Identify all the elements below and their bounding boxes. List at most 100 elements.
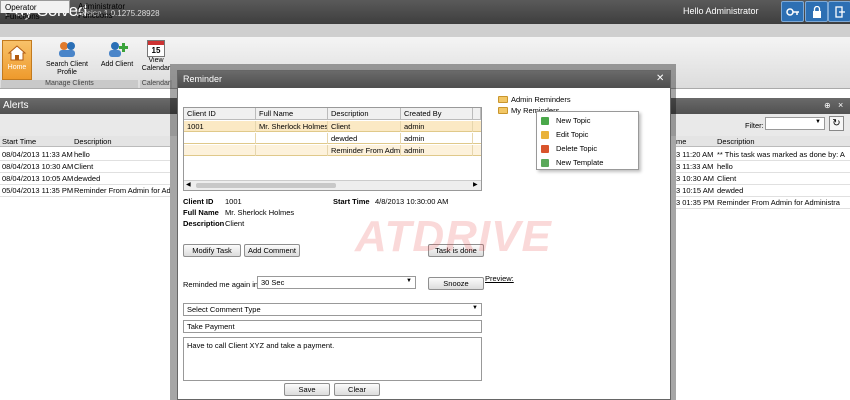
tab-operator-functions[interactable]: Operator Functions — [0, 0, 70, 21]
cell-client-id — [184, 133, 256, 144]
cell-time: 3 10:30 AM — [676, 174, 714, 183]
lock-icon — [812, 5, 821, 18]
save-button[interactable]: Save — [284, 383, 330, 396]
home-button[interactable]: Home — [2, 40, 32, 80]
view-calendar-button[interactable]: 15 View Calendar — [140, 40, 172, 73]
col-start-time[interactable]: Start Time — [2, 137, 36, 146]
cell-start-time: 08/04/2013 10:05 AM — [2, 174, 74, 183]
search-client-profile-label: Search Client Profile — [45, 61, 89, 76]
cell-description: ** This task was marked as done by: A — [717, 150, 845, 159]
new-template-icon — [541, 159, 549, 167]
tree-label: Admin Reminders — [511, 95, 571, 104]
col-full-name[interactable]: Full Name — [256, 108, 328, 120]
clear-button[interactable]: Clear — [334, 383, 380, 396]
exit-button[interactable] — [828, 1, 850, 22]
comment-body-field[interactable]: Have to call Client XYZ and take a payme… — [183, 337, 482, 381]
key-button[interactable] — [781, 1, 804, 22]
table-row[interactable]: 05/04/2013 11:35 PM Reminder From Admin … — [0, 184, 170, 197]
comment-title-field[interactable]: Take Payment — [183, 320, 482, 333]
tree-item-admin-reminders[interactable]: Admin Reminders — [498, 95, 571, 104]
cell-time: 3 11:33 AM — [676, 162, 714, 171]
description-label: Description — [183, 219, 225, 228]
menu-label: Delete Topic — [556, 144, 598, 153]
menu-item-new-topic[interactable]: New Topic — [537, 114, 638, 128]
group-manage-clients: Manage Clients — [1, 80, 138, 88]
add-client-label: Add Client — [100, 61, 134, 68]
col-description[interactable]: Description — [328, 108, 401, 120]
cell-description: hello — [717, 162, 733, 171]
users-icon — [59, 42, 75, 57]
cell-description: Client — [717, 174, 737, 183]
description-value: Client — [225, 219, 245, 228]
group-calendar: Calendar — [140, 80, 172, 88]
cell-description: Client — [74, 162, 94, 171]
cell-time: 3 10:15 AM — [676, 186, 714, 195]
context-menu: New Topic Edit Topic Delete Topic New Te… — [536, 111, 639, 170]
folder-icon — [498, 96, 508, 103]
table-row[interactable]: dewded admin — [184, 133, 481, 144]
reminder-grid: Client ID Full Name Description Created … — [183, 107, 482, 191]
remind-label: Reminded me again in — [183, 280, 259, 289]
pin-icon[interactable]: ⊕ — [824, 101, 831, 110]
panel-close-icon[interactable]: × — [838, 100, 843, 110]
close-icon[interactable]: ✕ — [656, 73, 664, 84]
menu-item-edit-topic[interactable]: Edit Topic — [537, 128, 638, 142]
col-description[interactable]: Description — [74, 137, 112, 146]
snooze-button[interactable]: Snooze — [428, 277, 484, 290]
cell-description: Client — [328, 121, 401, 132]
menu-item-delete-topic[interactable]: Delete Topic — [537, 142, 638, 156]
exit-icon — [834, 5, 845, 18]
cell-full-name: Mr. Sherlock Holmes — [256, 121, 328, 132]
cell-full-name — [256, 145, 328, 156]
key-icon — [785, 7, 799, 16]
col-client-id[interactable]: Client ID — [184, 108, 256, 120]
lock-button[interactable] — [805, 1, 828, 22]
remind-interval-dropdown[interactable]: 30 Sec ▼ — [257, 276, 416, 289]
comment-type-placeholder: Select Comment Type — [187, 305, 261, 314]
refresh-icon[interactable]: ↻ — [829, 116, 844, 131]
tab-administrator-functions[interactable]: Administrator Functions — [74, 0, 164, 20]
horizontal-scrollbar[interactable]: ◀ ▶ — [184, 180, 481, 190]
menu-label: Edit Topic — [556, 130, 589, 139]
cell-description: dewded — [717, 186, 744, 195]
alerts-grid-header-right: me Description — [676, 136, 850, 147]
scroll-right-icon[interactable]: ▶ — [473, 181, 478, 188]
cell-created-by: admin — [401, 145, 473, 156]
menu-item-new-template[interactable]: New Template — [537, 156, 638, 170]
menu-label: New Template — [556, 158, 604, 167]
delete-topic-icon — [541, 145, 549, 153]
comment-type-dropdown[interactable]: Select Comment Type ▼ — [183, 303, 482, 316]
cell-start-time: 05/04/2013 11:35 PM — [2, 186, 74, 195]
cell-client-id: 1001 — [184, 121, 256, 132]
scroll-thumb[interactable] — [196, 183, 336, 188]
cell-description: Reminder From Admin for Admi — [74, 186, 170, 195]
table-row[interactable]: Reminder From Admin admin — [184, 145, 481, 156]
folder-icon — [498, 107, 508, 114]
dialog-title: Reminder — [183, 74, 223, 84]
grid-scroll-corner — [473, 108, 481, 120]
cell-created-by: admin — [401, 133, 473, 144]
edit-topic-icon — [541, 131, 549, 139]
add-comment-button[interactable]: Add Comment — [244, 244, 300, 257]
cell-description: dewded — [74, 174, 101, 183]
cell-time: 3 11:20 AM — [676, 150, 714, 159]
col-time[interactable]: me — [676, 137, 686, 146]
col-description[interactable]: Description — [717, 137, 755, 146]
greeting: Hello Administrator — [683, 6, 759, 16]
table-row[interactable]: 3 01:35 PM Reminder From Admin for Admin… — [676, 196, 850, 209]
cell-description: hello — [74, 150, 90, 159]
add-client-button[interactable]: Add Client — [97, 40, 137, 69]
scroll-left-icon[interactable]: ◀ — [186, 181, 191, 188]
watermark: ATDRIVE — [355, 212, 552, 261]
calendar-day: 15 — [151, 46, 161, 55]
chevron-down-icon: ▼ — [406, 278, 412, 284]
modify-task-button[interactable]: Modify Task — [183, 244, 241, 257]
search-client-profile-button[interactable]: Search Client Profile — [40, 40, 94, 77]
table-row[interactable]: 1001 Mr. Sherlock Holmes Client admin — [184, 121, 481, 132]
filter-dropdown[interactable]: ▼ — [765, 117, 825, 130]
col-created-by[interactable]: Created By — [401, 108, 473, 120]
cell-client-id — [184, 145, 256, 156]
full-name-label: Full Name — [183, 208, 219, 217]
preview-link[interactable]: Preview: — [485, 274, 514, 283]
cell-created-by: admin — [401, 121, 473, 132]
